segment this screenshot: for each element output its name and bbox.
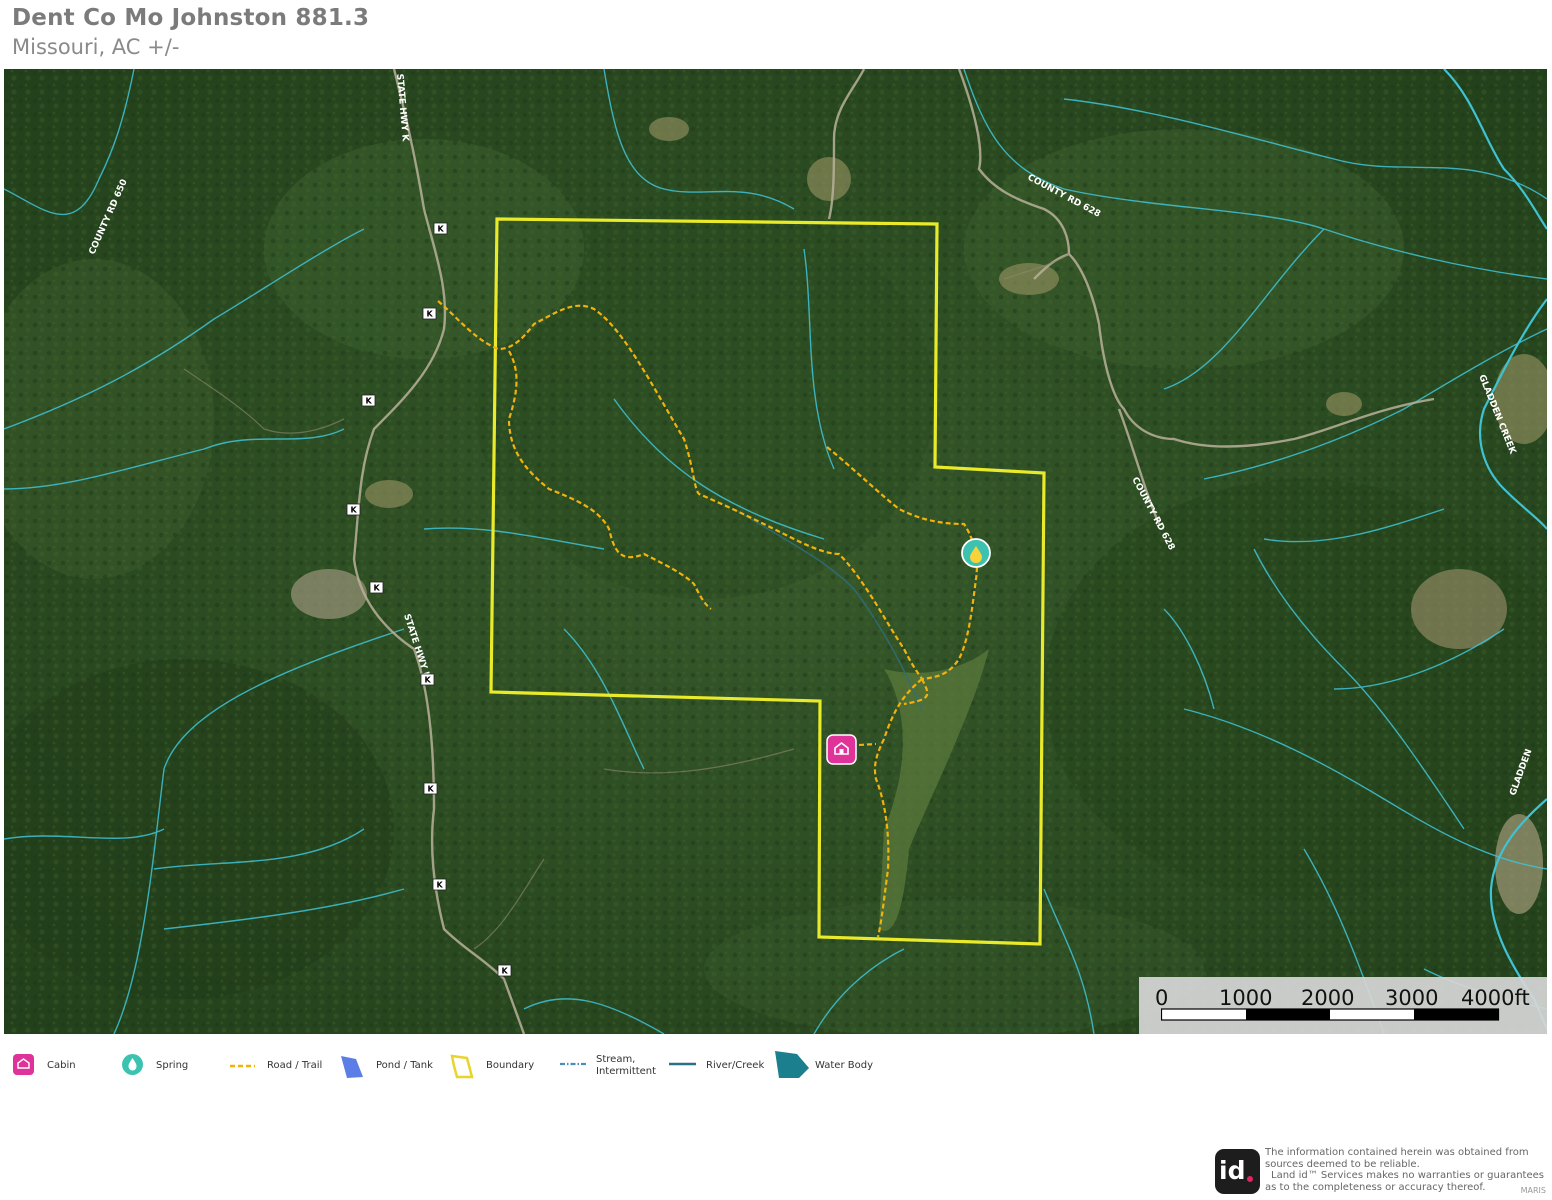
- svg-text:K: K: [438, 225, 445, 234]
- disclaimer-line-3: Land id™ Services makes no warranties or…: [1271, 1170, 1544, 1181]
- legend-pond-tank-label: Pond / Tank: [376, 1060, 433, 1071]
- legend-road-trail-label: Road / Trail: [267, 1060, 323, 1071]
- scale-ruler: [1161, 1008, 1500, 1021]
- disclaimer: The information contained herein was obt…: [1265, 1147, 1547, 1193]
- legend-water-body-label: Water Body: [815, 1060, 873, 1071]
- highway-shield-9: K: [497, 964, 512, 977]
- stream-line-icon: [560, 1062, 587, 1066]
- canopy-texture: [4, 69, 1547, 1034]
- scale-tick-3: 3000: [1385, 986, 1439, 1010]
- svg-text:K: K: [437, 881, 444, 890]
- svg-text:K: K: [502, 967, 509, 976]
- legend-stream-label-2: Intermittent: [596, 1066, 657, 1077]
- legend-river-creek-label: River/Creek: [706, 1060, 765, 1071]
- highway-shield-2: K: [422, 307, 437, 320]
- highway-shield-1: K: [433, 222, 448, 235]
- spring-marker[interactable]: [961, 538, 991, 568]
- cabin-marker[interactable]: [826, 734, 857, 765]
- scale-tick-4: 4000ft: [1461, 986, 1530, 1010]
- disclaimer-line-1: The information contained herein was obt…: [1265, 1147, 1529, 1158]
- scale-tick-1: 1000: [1219, 986, 1273, 1010]
- scale-tick-0: 0: [1155, 986, 1169, 1010]
- highway-shield-7: K: [423, 782, 438, 795]
- highway-shield-5: K: [369, 581, 384, 594]
- legend-stream-label-1: Stream,: [596, 1054, 636, 1065]
- river-line-icon: [669, 1062, 696, 1066]
- land-id-logo: id: [1215, 1149, 1260, 1194]
- map-legend: Cabin Spring Road / Trail Pond / Tank Bo…: [0, 1045, 1552, 1090]
- legend-cabin-label: Cabin: [47, 1060, 76, 1071]
- svg-text:K: K: [366, 397, 373, 406]
- svg-text:K: K: [428, 785, 435, 794]
- svg-text:K: K: [427, 310, 434, 319]
- legend-spring-label: Spring: [156, 1060, 189, 1071]
- cabin-icon: [13, 1054, 34, 1075]
- svg-text:K: K: [425, 676, 432, 685]
- trail-line-icon: [230, 1064, 255, 1068]
- scale-bar: 0 1000 2000 3000 4000ft: [1139, 977, 1547, 1034]
- map-canvas: COUNTY RD 650 STATE HWY K STATE HWY K CO…: [4, 69, 1547, 1034]
- page-title: Dent Co Mo Johnston 881.3: [12, 5, 370, 31]
- scale-tick-2: 2000: [1301, 986, 1355, 1010]
- satellite-map[interactable]: COUNTY RD 650 STATE HWY K STATE HWY K CO…: [4, 69, 1547, 1034]
- svg-text:K: K: [351, 506, 358, 515]
- highway-shield-6: K: [420, 673, 435, 686]
- disclaimer-line-4: as to the completeness or accuracy there…: [1265, 1181, 1486, 1193]
- disclaimer-line-2: sources deemed to be reliable.: [1265, 1158, 1420, 1170]
- water-body-icon: [775, 1051, 809, 1078]
- page-subtitle: Missouri, AC +/-: [12, 35, 180, 59]
- pond-icon: [341, 1056, 363, 1078]
- boundary-icon: [450, 1054, 474, 1079]
- logo-text: id: [1219, 1156, 1246, 1185]
- spring-icon: [122, 1054, 143, 1075]
- highway-shield-4: K: [346, 503, 361, 516]
- highway-shield-3: K: [361, 394, 376, 407]
- svg-text:K: K: [374, 584, 381, 593]
- legend-boundary-label: Boundary: [486, 1060, 535, 1071]
- logo-dot: [1247, 1176, 1253, 1182]
- source-credit: MARIS: [1520, 1186, 1546, 1195]
- highway-shield-8: K: [432, 878, 447, 891]
